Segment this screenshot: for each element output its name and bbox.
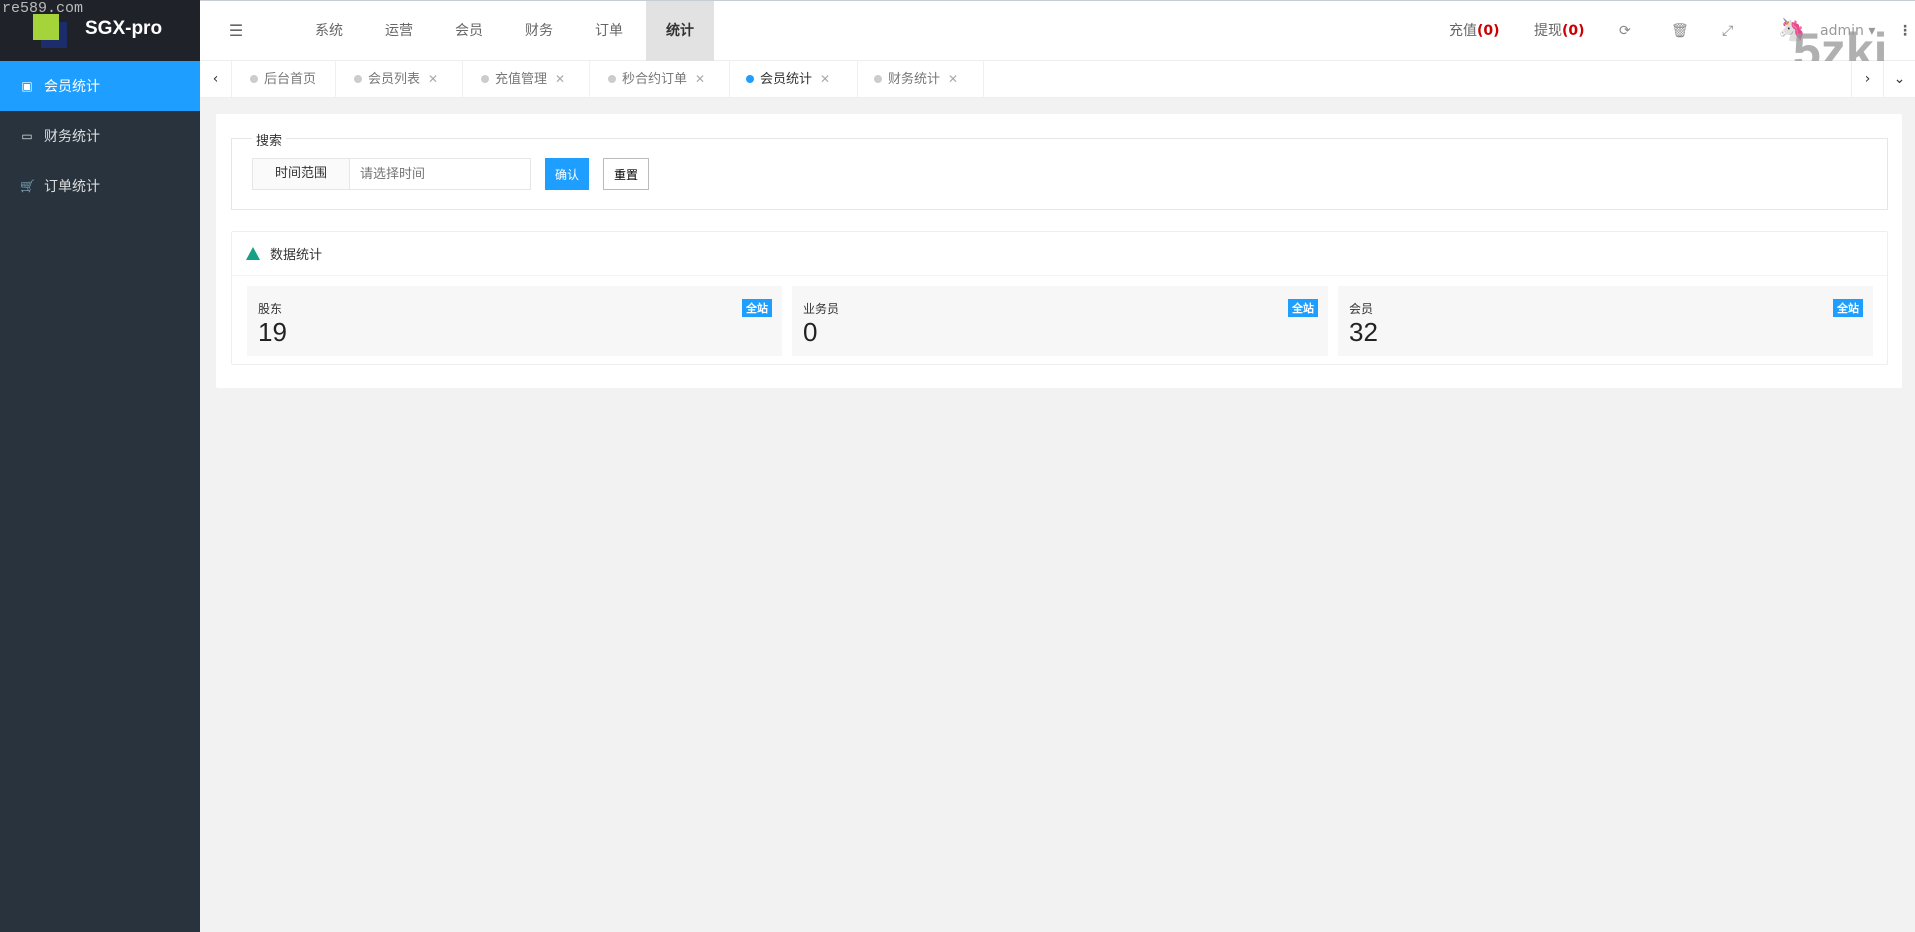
time-range-group: 时间范围 [252,158,531,190]
nav-finance[interactable]: 财务 [505,1,573,62]
more-icon[interactable]: ⋮ [1898,1,1912,61]
sidebar-item-label: 会员统计 [44,76,100,96]
scope-badge: 全站 [1288,299,1318,317]
search-fieldset: 搜索 时间范围 确认 重置 [231,138,1888,210]
member-icon: ▣ [20,79,34,93]
stat-card: 会员32全站 [1338,286,1873,356]
fullscreen-icon[interactable]: ⤢ [1722,1,1733,61]
stat-value: 32 [1349,317,1862,347]
recharge-label: 充值 [1449,23,1477,39]
time-range-input[interactable] [350,159,530,189]
withdraw-label: 提现 [1534,23,1562,39]
money-icon: ▭ [20,129,34,143]
stat-label: 会员 [1349,300,1862,317]
tab-label: 秒合约订单 [622,72,687,87]
close-icon[interactable]: ✕ [428,72,438,86]
brand-name: SGX-pro [85,18,162,40]
tab-member-stats[interactable]: 会员统计 ✕ [730,61,858,98]
scope-badge: 全站 [1833,299,1863,317]
stat-label: 业务员 [803,300,1317,317]
nav-stats[interactable]: 统计 [646,1,714,62]
stats-panel: 数据统计 股东19全站 业务员0全站 会员32全站 [231,231,1888,365]
stats-title: 数据统计 [270,244,322,263]
search-legend: 搜索 [252,130,286,149]
trash-icon[interactable]: 🗑 [1671,1,1689,61]
header: ☰ 系统 运营 会员 财务 订单 统计 充值(0) 提现(0) ⟳ 🗑 ⤢ 🦄 … [200,0,1915,61]
nav-member[interactable]: 会员 [435,1,503,62]
sidebar: SGX-pro re589.com ▣ 会员统计 ▭ 财务统计 🛒 订单统计 [0,0,200,932]
recharge-count: (0) [1477,23,1500,39]
sidebar-item-order-stats[interactable]: 🛒 订单统计 [0,161,200,211]
sidebar-item-label: 财务统计 [44,126,100,146]
tab-label: 会员列表 [368,72,420,87]
logo: SGX-pro re589.com [0,0,200,61]
tab-label: 财务统计 [888,72,940,87]
time-range-label: 时间范围 [253,159,350,189]
nav-order[interactable]: 订单 [575,1,643,62]
tab-scroll-right-icon[interactable]: › [1851,61,1883,98]
recharge-link[interactable]: 充值(0) [1449,1,1500,61]
tab-menu-chevron-down-icon[interactable]: ⌄ [1883,61,1915,98]
stat-value: 0 [803,317,1317,347]
stat-value: 19 [258,317,771,347]
tab-scroll-left-icon[interactable]: ‹ [200,61,232,98]
sidebar-item-member-stats[interactable]: ▣ 会员统计 [0,61,200,111]
tab-label: 后台首页 [264,72,316,87]
close-icon[interactable]: ✕ [820,72,830,86]
reset-button[interactable]: 重置 [603,158,649,190]
tab-recharge[interactable]: 充值管理 ✕ [463,61,590,98]
close-icon[interactable]: ✕ [948,72,958,86]
stat-label: 股东 [258,300,771,317]
withdraw-count: (0) [1562,23,1585,39]
refresh-icon[interactable]: ⟳ [1619,1,1631,61]
watermark: re589.com [2,0,83,17]
tab-finance-stats[interactable]: 财务统计 ✕ [858,61,984,98]
sidebar-item-label: 订单统计 [44,176,100,196]
confirm-button[interactable]: 确认 [545,158,589,190]
tab-label: 会员统计 [760,72,812,87]
logo-icon [33,14,59,40]
sidebar-item-finance-stats[interactable]: ▭ 财务统计 [0,111,200,161]
menu-toggle-icon[interactable]: ☰ [216,1,256,62]
tab-home[interactable]: 后台首页 [236,61,336,98]
close-icon[interactable]: ✕ [695,72,705,86]
warning-icon [246,247,260,260]
scope-badge: 全站 [742,299,772,317]
tab-member-list[interactable]: 会员列表 ✕ [336,61,463,98]
cart-icon: 🛒 [20,179,34,193]
nav-system[interactable]: 系统 [295,1,363,62]
content-card: 搜索 时间范围 确认 重置 数据统计 股东19全站 业务员0全站 会员32全站 [216,114,1902,388]
tab-contract-orders[interactable]: 秒合约订单 ✕ [590,61,730,98]
stat-card: 股东19全站 [247,286,782,356]
close-icon[interactable]: ✕ [555,72,565,86]
tab-bar: ‹ 后台首页 会员列表✕ 充值管理✕ 秒合约订单✕ 会员统计✕ 财务统计✕ › … [200,61,1915,98]
stat-card: 业务员0全站 [792,286,1328,356]
withdraw-link[interactable]: 提现(0) [1534,1,1585,61]
tab-label: 充值管理 [495,72,547,87]
nav-operation[interactable]: 运营 [365,1,433,62]
